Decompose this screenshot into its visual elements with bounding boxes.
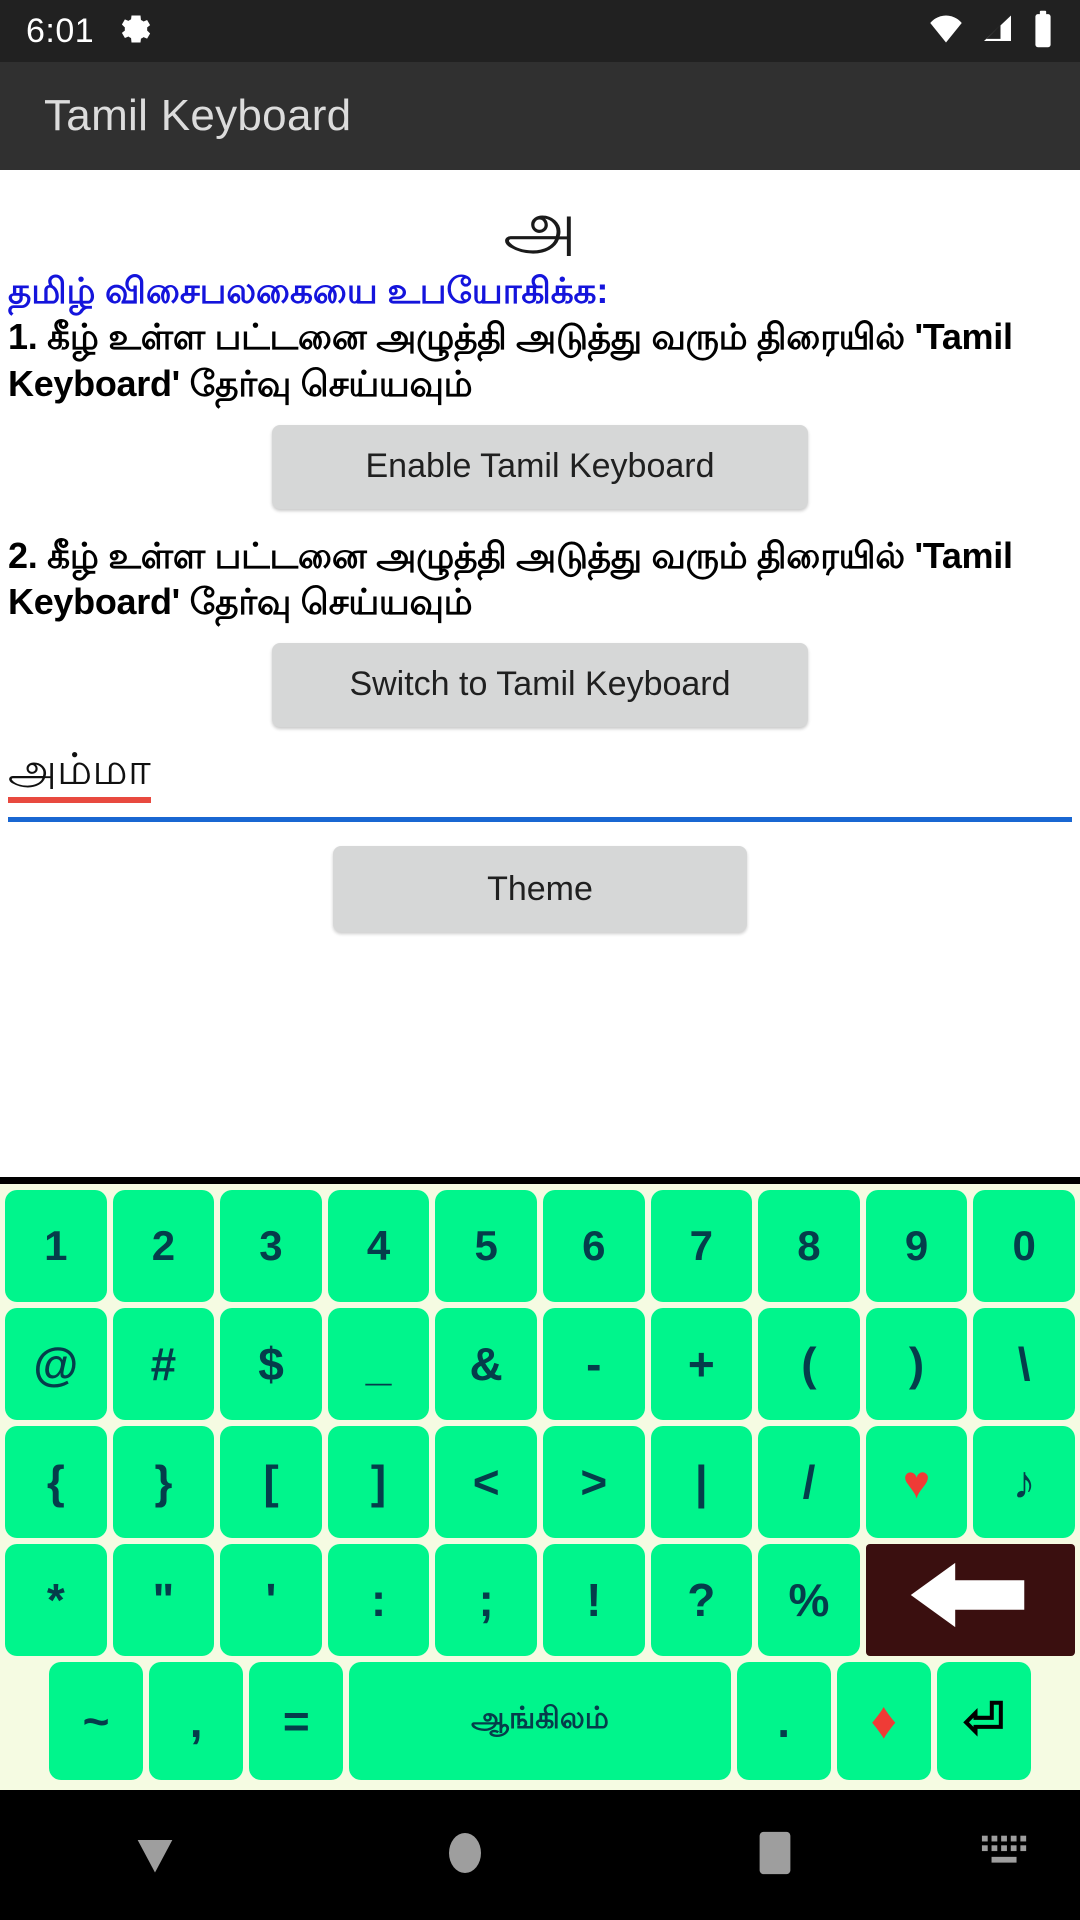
- key-plus[interactable]: +: [650, 1308, 753, 1420]
- instruction-step-1: 1. கீழ் உள்ள பட்டனை அழுத்தி அடுத்து வரும…: [8, 316, 1013, 404]
- space-key-language-switch[interactable]: ஆங்கிலம்: [349, 1662, 731, 1780]
- key-single-quote[interactable]: ': [220, 1544, 322, 1656]
- key-colon[interactable]: :: [327, 1544, 430, 1656]
- key-greater-than[interactable]: >: [542, 1426, 645, 1538]
- key-9[interactable]: 9: [865, 1190, 968, 1302]
- sample-text-value[interactable]: அம்மா: [8, 745, 151, 804]
- app-logo: அ: [0, 170, 1080, 262]
- page-title: Tamil Keyboard: [44, 91, 352, 140]
- home-icon: [441, 1827, 489, 1884]
- signal-icon: [980, 11, 1018, 52]
- wifi-icon: [926, 11, 966, 52]
- key-heart-icon[interactable]: ♥: [865, 1426, 968, 1538]
- key-left-paren[interactable]: (: [758, 1308, 860, 1420]
- key-5[interactable]: 5: [435, 1190, 537, 1302]
- key-ampersand[interactable]: &: [435, 1308, 537, 1420]
- key-question-mark[interactable]: ?: [650, 1544, 753, 1656]
- key-percent[interactable]: %: [758, 1544, 860, 1656]
- key-3[interactable]: 3: [220, 1190, 322, 1302]
- nav-back-button[interactable]: [0, 1827, 310, 1884]
- android-nav-bar: [0, 1790, 1080, 1920]
- key-asterisk[interactable]: *: [5, 1544, 107, 1656]
- theme-button[interactable]: Theme: [333, 846, 747, 933]
- tamil-letter-logo: அ: [503, 190, 577, 263]
- key-2[interactable]: 2: [112, 1190, 215, 1302]
- keyboard-row-5: ~ , = ஆங்கிலம் . ♦ ⏎: [3, 1662, 1077, 1780]
- tamil-keyboard[interactable]: 1 2 3 4 5 6 7 8 9 0 @ # $ _ & - + ( ) \ …: [0, 1177, 1080, 1790]
- key-7[interactable]: 7: [650, 1190, 753, 1302]
- nav-keyboard-switch-button[interactable]: [930, 1833, 1080, 1878]
- key-music-note-icon[interactable]: ♪: [973, 1426, 1075, 1538]
- key-left-bracket[interactable]: [: [220, 1426, 322, 1538]
- battery-icon: [1032, 10, 1054, 53]
- key-diamond-icon[interactable]: ♦: [836, 1662, 931, 1780]
- nav-home-button[interactable]: [310, 1827, 620, 1884]
- key-underscore[interactable]: _: [327, 1308, 430, 1420]
- theme-button-row: Theme: [0, 822, 1080, 933]
- key-4[interactable]: 4: [327, 1190, 430, 1302]
- key-0[interactable]: 0: [973, 1190, 1075, 1302]
- keyboard-icon: [980, 1833, 1030, 1878]
- instructions-heading: தமிழ் விசைபலகையை உபயோகிக்க:: [8, 270, 609, 311]
- enable-tamil-keyboard-button[interactable]: Enable Tamil Keyboard: [272, 424, 808, 509]
- switch-to-tamil-keyboard-button[interactable]: Switch to Tamil Keyboard: [272, 642, 808, 727]
- key-hash[interactable]: #: [112, 1308, 215, 1420]
- key-slash[interactable]: /: [758, 1426, 860, 1538]
- keyboard-row-3: { } [ ] < > | / ♥ ♪: [3, 1426, 1077, 1538]
- key-less-than[interactable]: <: [435, 1426, 537, 1538]
- key-equals[interactable]: =: [249, 1662, 344, 1780]
- key-hyphen[interactable]: -: [542, 1308, 645, 1420]
- status-right-icons: [926, 10, 1054, 53]
- instruction-step-2: 2. கீழ் உள்ள பட்டனை அழுத்தி அடுத்து வரும…: [8, 534, 1013, 622]
- app-bar: Tamil Keyboard: [0, 62, 1080, 170]
- gear-icon: [118, 11, 154, 52]
- key-comma[interactable]: ,: [149, 1662, 244, 1780]
- enter-key[interactable]: ⏎: [936, 1662, 1031, 1780]
- keyboard-row-2: @ # $ _ & - + ( ) \: [3, 1308, 1077, 1420]
- keyboard-row-1: 1 2 3 4 5 6 7 8 9 0: [3, 1190, 1077, 1302]
- backspace-key[interactable]: [865, 1544, 1076, 1656]
- back-icon: [129, 1827, 181, 1884]
- key-backslash[interactable]: \: [973, 1308, 1075, 1420]
- key-right-paren[interactable]: ): [865, 1308, 968, 1420]
- key-pipe[interactable]: |: [650, 1426, 753, 1538]
- status-bar: 6:01: [0, 0, 1080, 62]
- phone-screen: 6: 0 1 Tamil Keyboard அ தமிழ் விசைபலகையை உ…: [0, 0, 1080, 1920]
- key-8[interactable]: 8: [758, 1190, 860, 1302]
- key-exclamation[interactable]: !: [542, 1544, 645, 1656]
- backspace-arrow-icon: [905, 1558, 1035, 1642]
- key-semicolon[interactable]: ;: [435, 1544, 537, 1656]
- key-right-bracket[interactable]: ]: [327, 1426, 430, 1538]
- key-double-quote[interactable]: ": [112, 1544, 215, 1656]
- key-dollar[interactable]: $: [220, 1308, 322, 1420]
- key-at[interactable]: @: [5, 1308, 107, 1420]
- key-left-brace[interactable]: {: [5, 1426, 107, 1538]
- recents-icon: [753, 1828, 797, 1883]
- enable-button-row: Enable Tamil Keyboard: [0, 407, 1080, 517]
- nav-recents-button[interactable]: [620, 1828, 930, 1883]
- key-period[interactable]: .: [736, 1662, 831, 1780]
- keyboard-row-4: * " ' : ; ! ? %: [3, 1544, 1077, 1656]
- main-content: அ தமிழ் விசைபலகையை உபயோகிக்க: 1. கீழ் உள…: [0, 170, 1080, 933]
- sample-text-field[interactable]: அம்மா: [0, 735, 1080, 823]
- status-time: 6:01: [26, 11, 95, 50]
- key-tilde[interactable]: ~: [49, 1662, 144, 1780]
- key-right-brace[interactable]: }: [112, 1426, 215, 1538]
- key-1[interactable]: 1: [5, 1190, 107, 1302]
- status-left-icons: [118, 11, 154, 52]
- switch-button-row: Switch to Tamil Keyboard: [0, 625, 1080, 735]
- key-6[interactable]: 6: [542, 1190, 645, 1302]
